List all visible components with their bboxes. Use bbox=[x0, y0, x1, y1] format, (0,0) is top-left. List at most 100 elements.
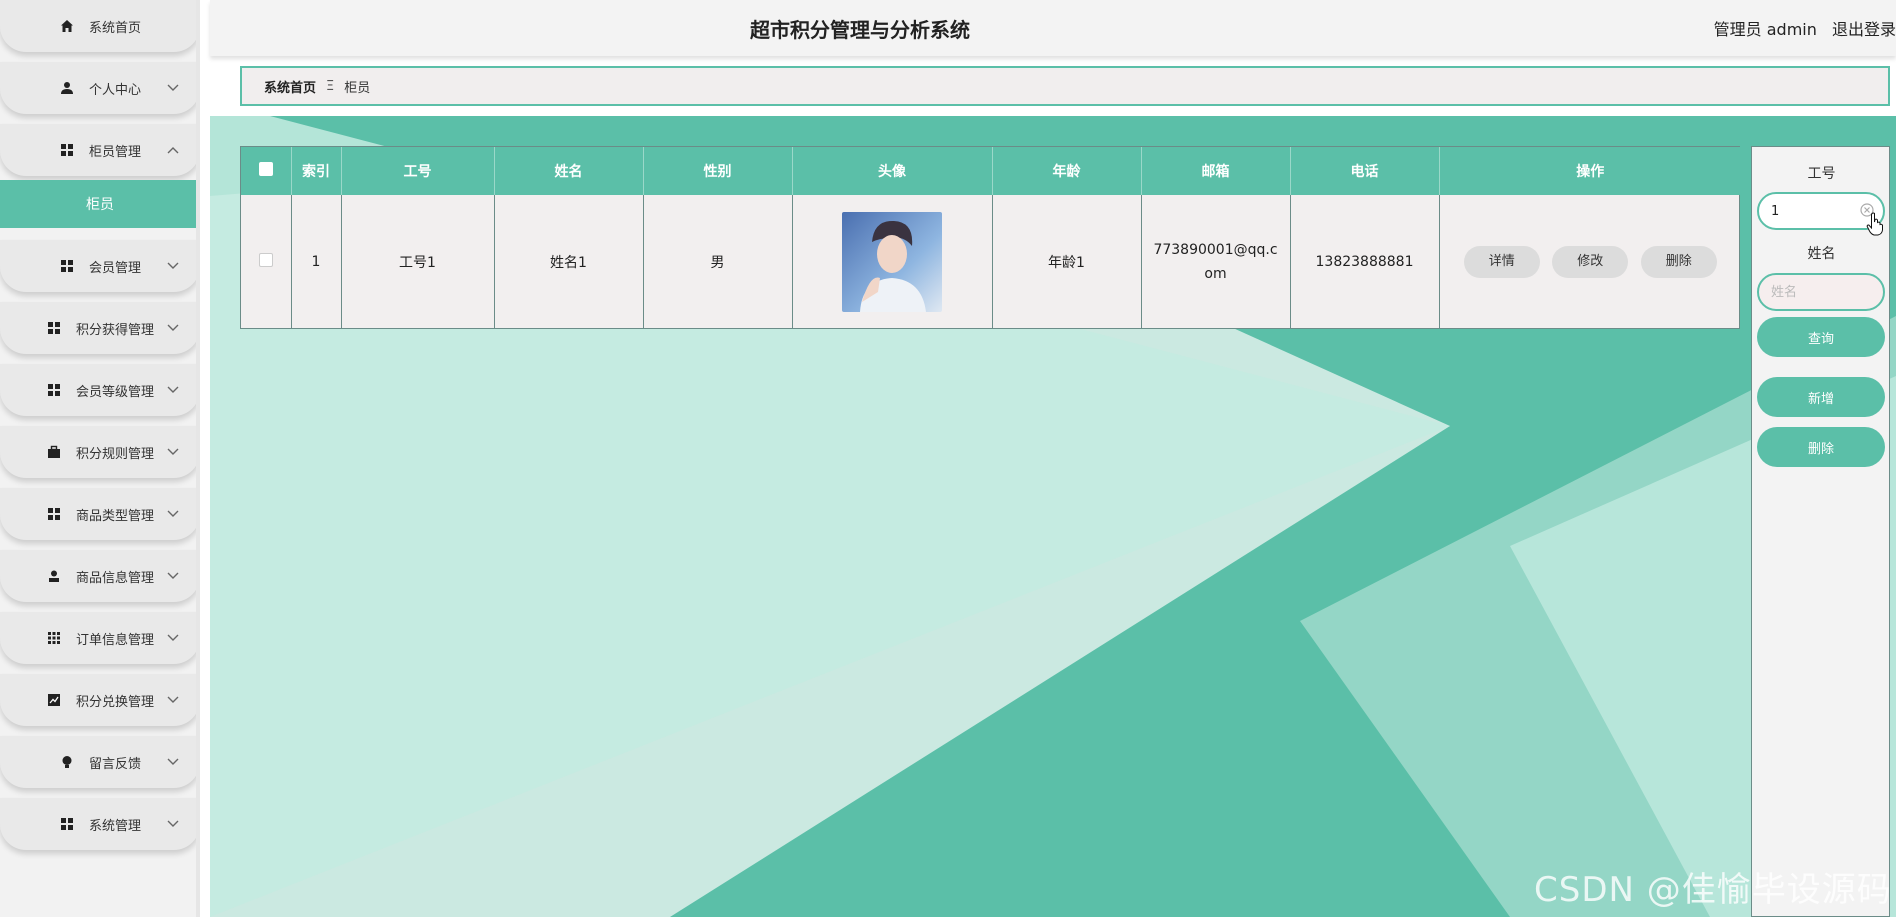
cell-age: 年龄1 bbox=[992, 195, 1142, 328]
sidebar-item-feedback[interactable]: 留言反馈 bbox=[0, 736, 196, 788]
sidebar-item-label: 积分获得管理 bbox=[75, 322, 154, 338]
sidebar-item-label: 系统管理 bbox=[88, 818, 141, 834]
cell-avatar bbox=[792, 195, 993, 328]
chevron-down-icon bbox=[166, 81, 180, 95]
column-header: 工号 bbox=[341, 147, 495, 195]
sidebar-item-label: 个人中心 bbox=[88, 82, 141, 98]
chevron-down-icon bbox=[166, 383, 180, 397]
sidebar-item-label: 会员等级管理 bbox=[75, 384, 154, 400]
column-header: 操作 bbox=[1576, 164, 1605, 180]
row-checkbox[interactable] bbox=[258, 252, 273, 267]
cell-index: 1 bbox=[291, 195, 342, 328]
breadcrumb-separator: Ξ bbox=[326, 78, 335, 94]
sidebar-item-home[interactable]: 系统首页 bbox=[0, 0, 196, 52]
breadcrumb-home[interactable]: 系统首页 bbox=[264, 77, 316, 96]
query-button[interactable]: 查询 bbox=[1757, 317, 1885, 357]
grid-icon bbox=[59, 258, 75, 274]
briefcase-icon bbox=[46, 444, 62, 460]
sidebar-item-teller-management[interactable]: 柜员管理 bbox=[0, 124, 196, 176]
sidebar: 系统首页 个人中心 柜员管理 柜员 会员管理 积分获得管理 会员等级管理 积分规… bbox=[0, 0, 200, 917]
sidebar-subitem-teller[interactable]: 柜员 bbox=[0, 180, 196, 228]
cell-phone: 13823888881 bbox=[1290, 195, 1440, 328]
chevron-down-icon bbox=[166, 631, 180, 645]
sidebar-item-label: 商品类型管理 bbox=[75, 508, 154, 524]
sidebar-item-label: 积分规则管理 bbox=[75, 446, 154, 462]
sidebar-item-profile[interactable]: 个人中心 bbox=[0, 62, 196, 114]
table-row: 1 工号1 姓名1 男 年龄1 773890001@qq.com 1382388… bbox=[241, 195, 1741, 328]
name-input[interactable] bbox=[1757, 273, 1885, 311]
chevron-down-icon bbox=[166, 259, 180, 273]
user-icon bbox=[59, 80, 75, 96]
select-all-checkbox[interactable] bbox=[258, 162, 273, 176]
chevron-down-icon bbox=[166, 569, 180, 583]
sidebar-item-points-exchange[interactable]: 积分兑换管理 bbox=[0, 674, 196, 726]
cell-email: 773890001@qq.com bbox=[1141, 195, 1291, 328]
avatar-image[interactable] bbox=[842, 211, 942, 312]
chevron-down-icon bbox=[166, 755, 180, 769]
sidebar-item-label: 系统首页 bbox=[88, 20, 141, 36]
sidebar-item-label: 积分兑换管理 bbox=[75, 694, 154, 710]
row-select-cell[interactable] bbox=[241, 195, 292, 328]
cell-name: 姓名1 bbox=[494, 195, 644, 328]
column-header: 头像 bbox=[792, 147, 993, 195]
sidebar-item-label: 订单信息管理 bbox=[75, 632, 154, 648]
search-panel: 工号 姓名 查询 新增 删除 bbox=[1751, 146, 1890, 917]
column-header: 邮箱 bbox=[1141, 147, 1291, 195]
bulb-icon bbox=[59, 754, 75, 770]
sidebar-item-label: 商品信息管理 bbox=[75, 570, 154, 586]
add-button[interactable]: 新增 bbox=[1757, 377, 1885, 417]
grid-icon bbox=[46, 506, 62, 522]
column-header: 姓名 bbox=[494, 147, 644, 195]
header-user-area: 管理员 admin 退出登录 bbox=[1708, 16, 1896, 40]
detail-button[interactable]: 详情 bbox=[1463, 245, 1540, 278]
sidebar-item-product-info[interactable]: 商品信息管理 bbox=[0, 550, 196, 602]
batch-delete-button[interactable]: 删除 bbox=[1757, 427, 1885, 467]
apps-icon bbox=[46, 630, 62, 646]
grid-icon bbox=[59, 816, 75, 832]
person-icon bbox=[46, 568, 62, 584]
sidebar-item-label: 留言反馈 bbox=[88, 756, 141, 772]
cell-actions: 详情 修改 删除 bbox=[1439, 195, 1741, 328]
select-all-cell[interactable] bbox=[241, 147, 292, 195]
breadcrumb: 系统首页 Ξ 柜员 bbox=[240, 66, 1890, 106]
sidebar-item-label: 柜员管理 bbox=[88, 144, 141, 160]
top-header: 超市积分管理与分析系统 管理员 admin 退出登录 bbox=[210, 0, 1896, 56]
name-label: 姓名 bbox=[1807, 246, 1836, 262]
edit-button[interactable]: 修改 bbox=[1552, 245, 1629, 278]
breadcrumb-current: 柜员 bbox=[344, 80, 371, 96]
chevron-down-icon bbox=[166, 817, 180, 831]
column-header: 年龄 bbox=[992, 147, 1142, 195]
delete-row-button[interactable]: 删除 bbox=[1640, 245, 1717, 278]
watermark-text: CSDN @佳愉毕设源码 bbox=[1534, 870, 1892, 910]
cell-emp-no: 工号1 bbox=[341, 195, 495, 328]
sidebar-item-order-info[interactable]: 订单信息管理 bbox=[0, 612, 196, 664]
grid-icon bbox=[46, 320, 62, 336]
chevron-down-icon bbox=[166, 693, 180, 707]
app-title: 超市积分管理与分析系统 bbox=[750, 18, 970, 42]
chart-icon bbox=[46, 692, 62, 708]
grid-icon bbox=[59, 142, 75, 158]
user-label: 管理员 admin bbox=[1713, 20, 1817, 39]
grid-icon bbox=[46, 382, 62, 398]
sidebar-item-points-rules[interactable]: 积分规则管理 bbox=[0, 426, 196, 478]
chevron-up-icon bbox=[166, 143, 180, 157]
sidebar-item-label: 会员管理 bbox=[88, 260, 141, 276]
sidebar-item-points-earned[interactable]: 积分获得管理 bbox=[0, 302, 196, 354]
column-header: 索引 bbox=[291, 147, 342, 195]
email-text: 773890001@qq.com bbox=[1153, 241, 1278, 282]
sidebar-item-system-management[interactable]: 系统管理 bbox=[0, 798, 196, 850]
column-header: 电话 bbox=[1290, 147, 1440, 195]
sidebar-item-member-level[interactable]: 会员等级管理 bbox=[0, 364, 196, 416]
emp-no-label: 工号 bbox=[1807, 166, 1836, 182]
column-header: 性别 bbox=[643, 147, 793, 195]
table-header-row: 索引 工号 姓名 性别 头像 年龄 邮箱 电话 操作 bbox=[241, 147, 1741, 195]
logout-link[interactable]: 退出登录 bbox=[1832, 20, 1896, 39]
cell-gender: 男 bbox=[643, 195, 793, 328]
hand-cursor-icon bbox=[1866, 212, 1884, 236]
chevron-down-icon bbox=[166, 507, 180, 521]
home-icon bbox=[59, 18, 75, 34]
sidebar-item-member-management[interactable]: 会员管理 bbox=[0, 240, 196, 292]
teller-table: 索引 工号 姓名 性别 头像 年龄 邮箱 电话 操作 1 工号1 姓名1 男 年… bbox=[240, 146, 1741, 329]
chevron-down-icon bbox=[166, 445, 180, 459]
sidebar-item-product-type[interactable]: 商品类型管理 bbox=[0, 488, 196, 540]
